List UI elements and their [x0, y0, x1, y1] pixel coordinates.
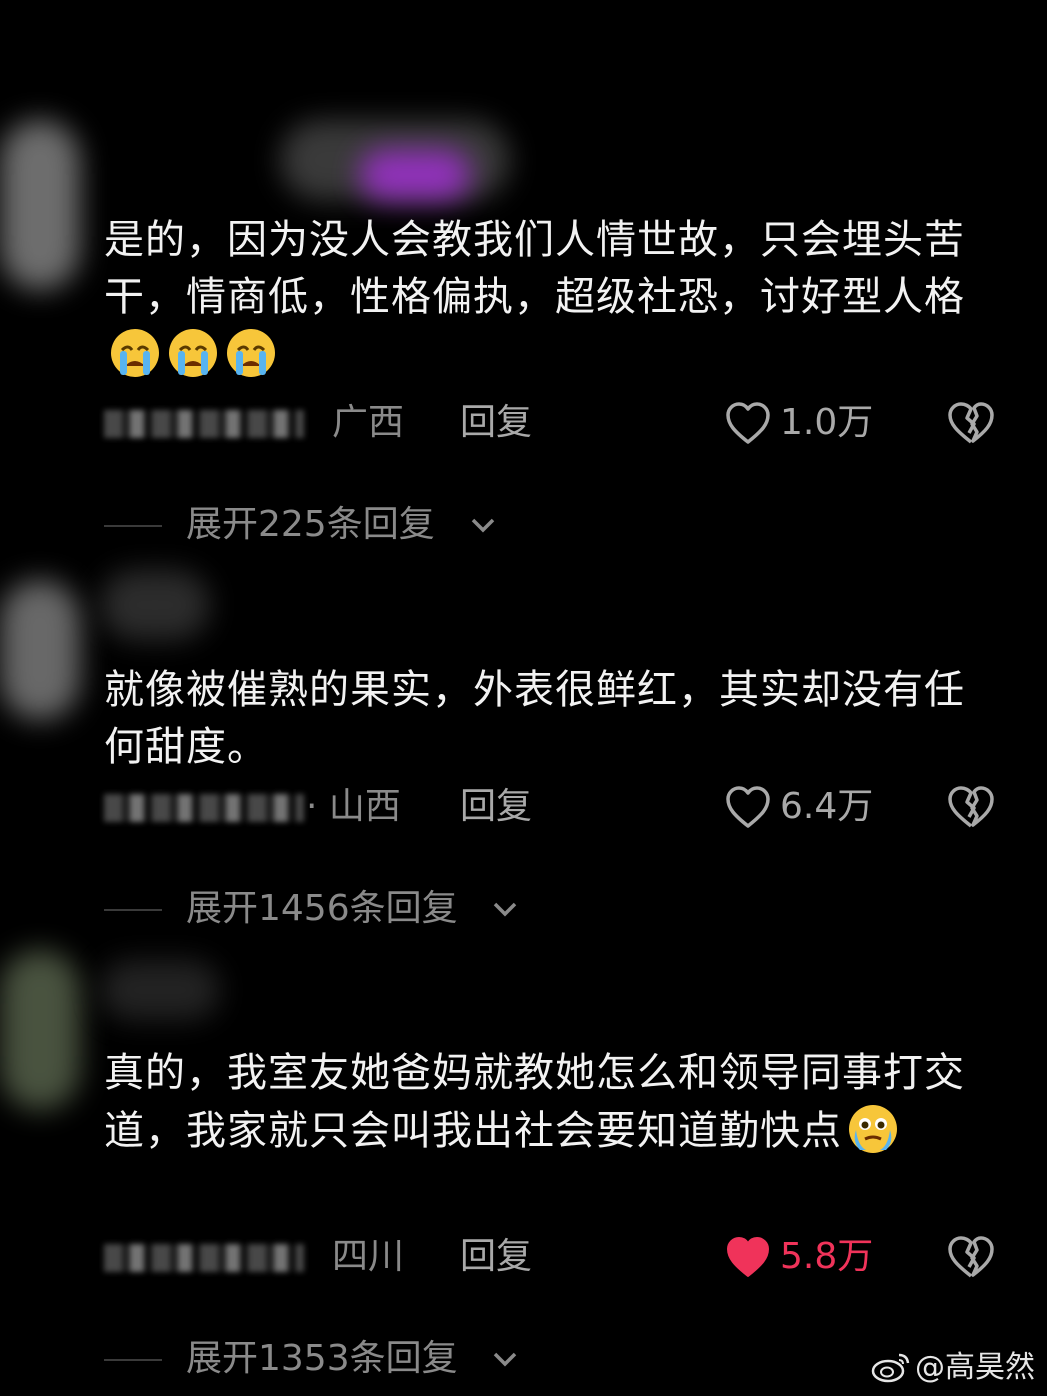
broken-heart-icon[interactable] [946, 784, 996, 830]
blurred-avatar[interactable] [0, 580, 80, 720]
like-count: 1.0万 [780, 402, 874, 443]
chevron-down-icon [471, 518, 495, 533]
like-button[interactable]: 5.8万 [720, 1232, 890, 1282]
like-count: 6.4万 [780, 786, 874, 827]
blurred-username[interactable] [100, 570, 210, 640]
comment-region: 四川 [332, 1236, 405, 1277]
comment-body: 就像被催熟的果实，外表很鲜红，其实却没有任何甜度。 [104, 667, 965, 770]
blurred-timestamp [104, 410, 304, 438]
loudly-crying-face-icon [169, 329, 217, 377]
watermark-text: @高昊然 [915, 1350, 1035, 1385]
comment-meta: · 山西 回复 6.4万 [0, 782, 1047, 832]
broken-heart-icon[interactable] [946, 1234, 996, 1280]
broken-heart-icon[interactable] [946, 400, 996, 446]
comment-body: 真的，我室友她爸妈就教她怎么和领导同事打交道，我家就只会叫我出社会要知道勤快点 [104, 1050, 965, 1154]
divider-line [104, 525, 162, 527]
like-count: 5.8万 [780, 1236, 874, 1277]
blurred-avatar[interactable] [0, 120, 80, 290]
comment-body: 是的，因为没人会教我们人情世故，只会埋头苦干，情商低，性格偏执，超级社恐，讨好型… [104, 217, 965, 320]
like-button[interactable]: 6.4万 [720, 782, 890, 832]
comment-text: 就像被催熟的果实，外表很鲜红，其实却没有任何甜度。 [104, 662, 974, 776]
expand-replies[interactable]: 展开1456条回复 [0, 884, 1047, 934]
loudly-crying-face-icon [111, 329, 159, 377]
loudly-crying-face-icon [227, 329, 275, 377]
heart-outline-icon [726, 402, 770, 444]
weibo-logo-icon [871, 1353, 910, 1383]
comment-meta: 四川 回复 5.8万 [0, 1232, 1047, 1282]
reply-button[interactable]: 回复 [460, 1232, 532, 1282]
blurred-timestamp [104, 1244, 304, 1272]
comment-text: 真的，我室友她爸妈就教她怎么和领导同事打交道，我家就只会叫我出社会要知道勤快点 [104, 1045, 974, 1160]
comment-region: · 山西 [306, 786, 401, 827]
chevron-down-icon [493, 1352, 517, 1367]
weibo-watermark: @高昊然 [871, 1348, 1035, 1388]
comment-meta: 广西 回复 1.0万 [0, 398, 1047, 448]
reply-button[interactable]: 回复 [460, 782, 532, 832]
heart-outline-icon [726, 786, 770, 828]
expand-replies-label: 展开1353条回复 [186, 1338, 458, 1379]
blurred-timestamp [104, 794, 304, 822]
comment-region: 广西 [332, 402, 405, 443]
comment-text: 是的，因为没人会教我们人情世故，只会埋头苦干，情商低，性格偏执，超级社恐，讨好型… [104, 212, 974, 384]
expand-replies-label: 展开1456条回复 [186, 888, 458, 929]
expand-replies-label: 展开225条回复 [186, 504, 435, 545]
heart-filled-icon [727, 1237, 769, 1277]
divider-line [104, 1359, 162, 1361]
blurred-username-highlight [360, 150, 470, 200]
blurred-avatar[interactable] [0, 950, 80, 1110]
like-button[interactable]: 1.0万 [720, 398, 890, 448]
chevron-down-icon [493, 902, 517, 917]
reply-button[interactable]: 回复 [460, 398, 532, 448]
face-holding-back-tears-icon [849, 1105, 897, 1153]
blurred-username[interactable] [100, 960, 220, 1020]
expand-replies[interactable]: 展开225条回复 [0, 500, 1047, 550]
divider-line [104, 909, 162, 911]
